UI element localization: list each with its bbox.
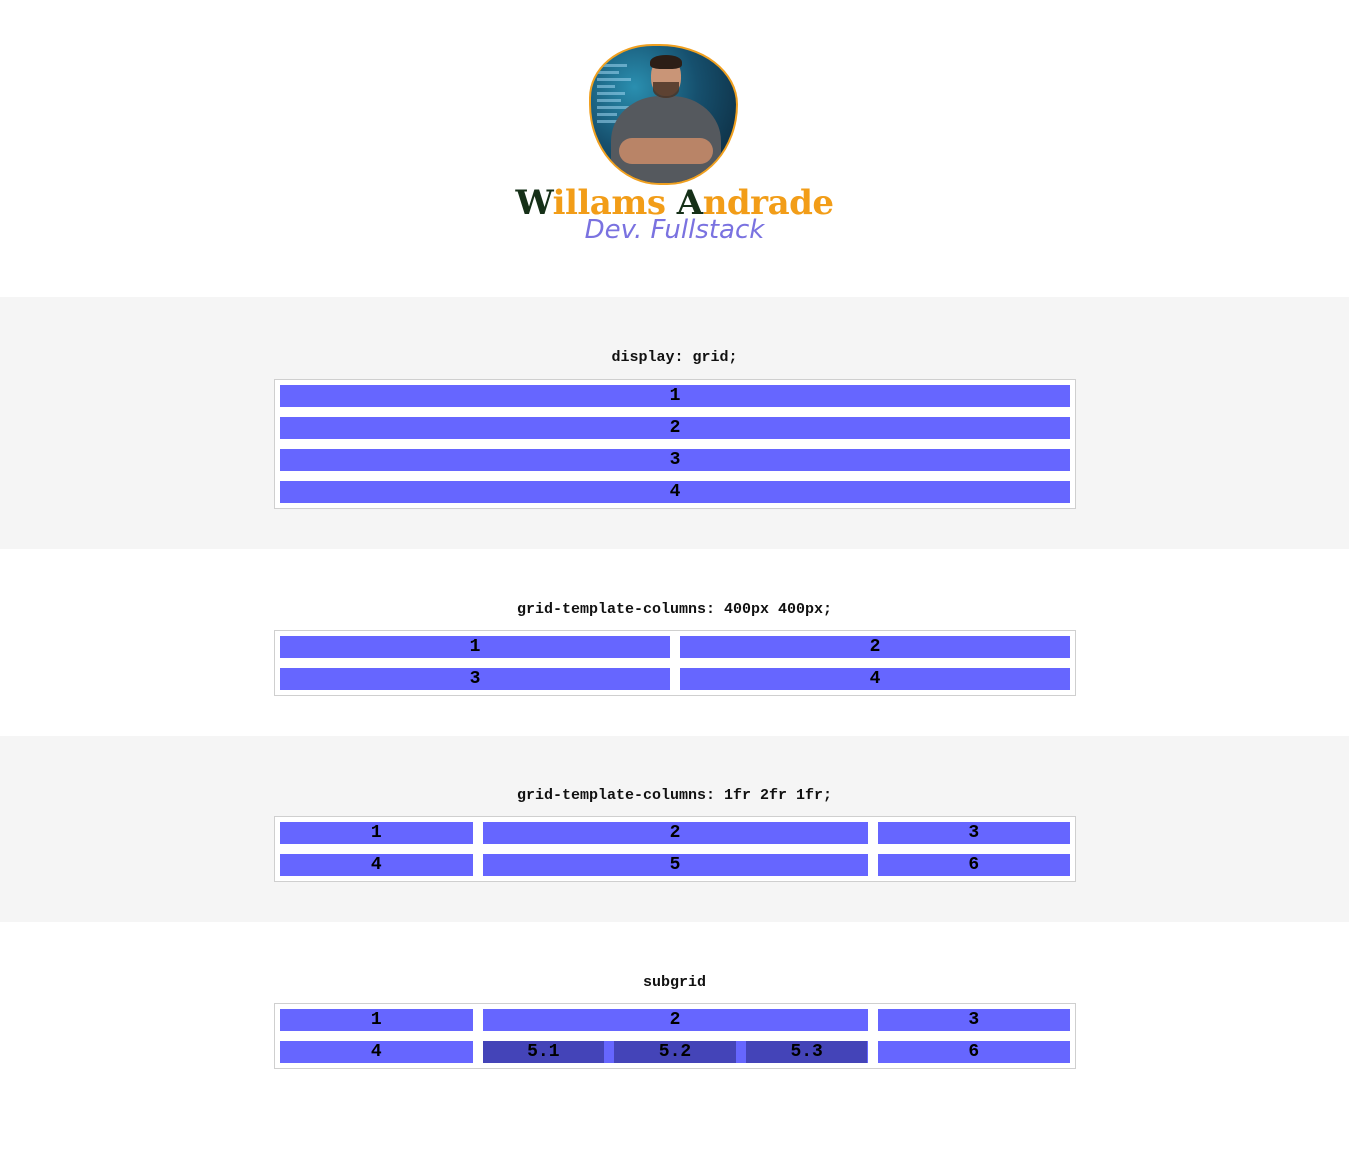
grid-item: 4: [280, 481, 1070, 503]
grid-item: 1: [280, 822, 473, 844]
grid-container: 1 2 3 4: [274, 630, 1076, 696]
grid-item: 1: [280, 1009, 473, 1031]
subgrid-item: 5.1: [482, 1041, 605, 1063]
grid-item: 3: [280, 668, 670, 690]
grid-item: 3: [877, 822, 1070, 844]
section-fixed-columns: grid-template-columns: 400px 400px; 1 2 …: [0, 549, 1349, 736]
section-title: display: grid;: [611, 349, 738, 366]
profile-avatar: [589, 44, 738, 185]
grid-container: 1 2 3 4 5.1 5.2 5.3 6: [274, 1003, 1076, 1069]
subgrid-item: 5.2: [614, 1041, 736, 1063]
section-title: subgrid: [642, 974, 706, 991]
grid-item: 4: [280, 854, 473, 876]
grid-item: 5: [482, 854, 868, 876]
section-title: grid-template-columns: 400px 400px;: [516, 601, 833, 618]
grid-item: 2: [482, 822, 868, 844]
grid-item: 1: [280, 385, 1070, 407]
section-display-grid: display: grid; 1 2 3 4: [0, 297, 1349, 549]
grid-item: 2: [280, 417, 1070, 439]
person-beard: [653, 82, 679, 98]
section-subgrid: subgrid 1 2 3 4 5.1 5.2 5.3 6: [0, 922, 1349, 1169]
person-hair: [650, 55, 682, 69]
subgrid-container: 5.1 5.2 5.3: [482, 1041, 868, 1063]
grid-item: 4: [680, 668, 1070, 690]
profile-header: Willams Andrade Dev. Fullstack: [0, 0, 1349, 297]
section-fractional-columns: grid-template-columns: 1fr 2fr 1fr; 1 2 …: [0, 736, 1349, 922]
grid-item: 2: [680, 636, 1070, 658]
section-title: grid-template-columns: 1fr 2fr 1fr;: [516, 787, 833, 804]
grid-container: 1 2 3 4 5 6: [274, 816, 1076, 882]
subgrid-item: 5.3: [745, 1041, 868, 1063]
grid-item: 2: [482, 1009, 868, 1031]
grid-container: 1 2 3 4: [274, 379, 1076, 509]
person-arms: [619, 138, 713, 164]
grid-item: 4: [280, 1041, 473, 1063]
grid-item: 3: [877, 1009, 1070, 1031]
profile-role: Dev. Fullstack: [584, 215, 765, 245]
grid-item: 1: [280, 636, 670, 658]
grid-item: 3: [280, 449, 1070, 471]
grid-item: 6: [877, 1041, 1070, 1063]
grid-item: 6: [877, 854, 1070, 876]
